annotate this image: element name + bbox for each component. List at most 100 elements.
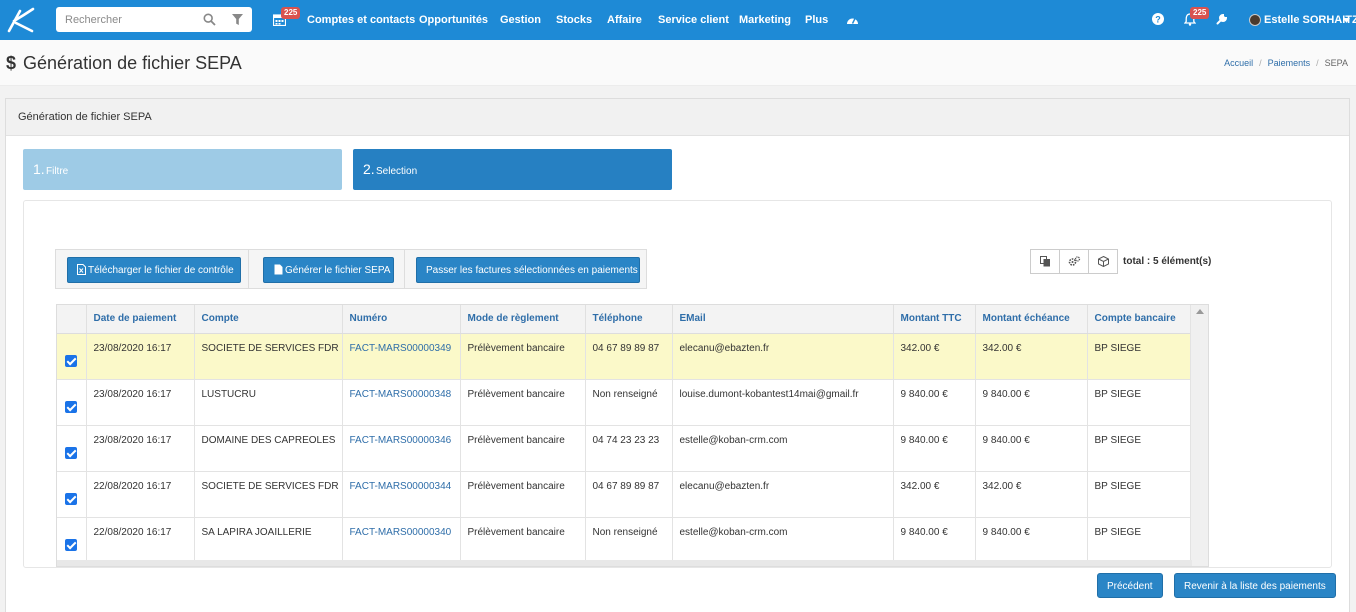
calendar-badge: 225 [281,7,301,19]
row-checkbox[interactable] [65,354,78,367]
row-checkbox[interactable] [65,400,78,413]
table-row[interactable]: 23/08/2020 16:17 LUSTUCRU FACT-MARS00000… [57,379,1193,426]
cell-compte: SOCIETE DE SERVICES FDR [194,471,343,518]
nav-opportunites[interactable]: Opportunités [419,0,488,40]
breadcrumb-current: SEPA [1324,58,1348,68]
koban-logo[interactable] [6,7,36,33]
step-selection[interactable]: 2. Selection [353,149,672,190]
avatar[interactable] [1249,14,1261,26]
cell-date: 23/08/2020 16:17 [86,379,195,426]
col-header-mode[interactable]: Mode de règlement [460,305,586,334]
total-count: total : 5 élément(s) [1123,256,1212,267]
search-icon[interactable] [203,13,216,26]
cell-numero-link[interactable]: FACT-MARS00000348 [342,379,461,426]
gears-icon [1068,256,1080,266]
col-header-telephone[interactable]: Téléphone [585,305,673,334]
cell-numero-link[interactable]: FACT-MARS00000346 [342,425,461,472]
file-icon [274,264,283,275]
action-toolbar: Télécharger le fichier de contrôle Génér… [55,249,647,289]
col-header-date[interactable]: Date de paiement [86,305,195,334]
generate-sepa-label: Générer le fichier SEPA [285,265,391,276]
cell-email: estelle@koban-crm.com [672,425,894,472]
nav-plus[interactable]: Plus [805,0,828,40]
dashboard-icon[interactable] [846,14,859,25]
nav-comptes-contacts[interactable]: Comptes et contacts [307,0,415,40]
top-navbar: 225 Comptes et contacts Opportunités Ges… [0,0,1356,40]
row-checkbox[interactable] [65,538,78,551]
caret-down-icon[interactable] [1343,18,1350,23]
download-control-button[interactable]: Télécharger le fichier de contrôle [67,257,241,283]
cell-mode: Prélèvement bancaire [460,517,586,564]
cell-telephone: Non renseigné [585,517,673,564]
cell-telephone: 04 74 23 23 23 [585,425,673,472]
download-control-label: Télécharger le fichier de contrôle [88,265,234,276]
nav-stocks[interactable]: Stocks [556,0,592,40]
col-header-numero[interactable]: Numéro [342,305,461,334]
cell-date: 23/08/2020 16:17 [86,333,195,380]
cell-telephone: 04 67 89 89 87 [585,471,673,518]
col-header-email[interactable]: EMail [672,305,894,334]
previous-button[interactable]: Précédent [1097,573,1163,598]
cell-compte-bancaire: BP SIEGE [1087,333,1193,380]
table-row[interactable]: 22/08/2020 16:17 SA LAPIRA JOAILLERIE FA… [57,517,1193,564]
col-header-compte-bancaire[interactable]: Compte bancaire [1087,305,1193,334]
cell-montant-echeance: 9 840.00 € [975,379,1088,426]
nav-affaire[interactable]: Affaire [607,0,642,40]
generate-sepa-button[interactable]: Générer le fichier SEPA [263,257,394,283]
cell-telephone: 04 67 89 89 87 [585,333,673,380]
cell-compte-bancaire: BP SIEGE [1087,471,1193,518]
copy-button[interactable] [1030,249,1060,274]
search-box [56,7,252,32]
notification-badge: 225 [1190,7,1210,19]
breadcrumb-accueil[interactable]: Accueil [1224,58,1253,68]
step-filtre[interactable]: 1. Filtre [23,149,342,190]
panel-heading: Génération de fichier SEPA [18,111,152,123]
cell-compte-bancaire: BP SIEGE [1087,517,1193,564]
nav-gestion[interactable]: Gestion [500,0,541,40]
row-checkbox[interactable] [65,446,78,459]
step-label: Selection [376,166,418,177]
back-to-list-button[interactable]: Revenir à la liste des paiements [1174,573,1336,598]
cell-email: estelle@koban-crm.com [672,517,894,564]
cell-numero-link[interactable]: FACT-MARS00000344 [342,471,461,518]
search-input[interactable] [56,7,196,32]
cell-mode: Prélèvement bancaire [460,471,586,518]
cell-numero-link[interactable]: FACT-MARS00000349 [342,333,461,380]
svg-text:?: ? [1155,15,1161,25]
table-header-row: Date de paiement Compte Numéro Mode de r… [57,305,1193,334]
export-button[interactable] [1088,249,1118,274]
convert-payments-button[interactable]: Passer les factures sélectionnées en pai… [416,257,640,283]
col-header-montant-ttc[interactable]: Montant TTC [893,305,976,334]
vertical-scrollbar[interactable] [1190,305,1208,566]
nav-marketing[interactable]: Marketing [739,0,791,40]
step-number: 1. [33,161,45,177]
page-title: $ Génération de fichier SEPA [6,53,242,74]
cell-numero-link[interactable]: FACT-MARS00000340 [342,517,461,564]
cell-compte: SOCIETE DE SERVICES FDR [194,333,343,380]
wrench-icon[interactable] [1216,13,1228,25]
breadcrumb-paiements[interactable]: Paiements [1268,58,1311,68]
col-header-montant-echeance[interactable]: Montant échéance [975,305,1088,334]
cell-montant-ttc: 342.00 € [893,471,976,518]
horizontal-scrollbar[interactable] [57,560,1192,566]
row-checkbox[interactable] [65,492,78,505]
page-title-text: Génération de fichier SEPA [23,53,242,73]
table-row[interactable]: 23/08/2020 16:17 DOMAINE DES CAPREOLES F… [57,425,1193,472]
col-header-compte[interactable]: Compte [194,305,343,334]
filter-icon[interactable] [232,14,243,25]
nav-service-client[interactable]: Service client [658,0,729,40]
select-all-header[interactable] [57,305,87,334]
invoices-table: Date de paiement Compte Numéro Mode de r… [57,305,1193,564]
table-row[interactable]: 23/08/2020 16:17 SOCIETE DE SERVICES FDR… [57,333,1193,380]
cell-montant-echeance: 9 840.00 € [975,517,1088,564]
scroll-up-icon[interactable] [1196,309,1204,314]
settings-button[interactable] [1059,249,1089,274]
cell-montant-ttc: 9 840.00 € [893,425,976,472]
view-options-group [1030,249,1118,274]
cell-date: 22/08/2020 16:17 [86,471,195,518]
step-number: 2. [363,161,375,177]
cell-email: louise.dumont-kobantest14mai@gmail.fr [672,379,894,426]
panel-header: Génération de fichier SEPA [6,99,1349,136]
help-icon[interactable]: ? [1152,13,1164,25]
table-row[interactable]: 22/08/2020 16:17 SOCIETE DE SERVICES FDR… [57,471,1193,518]
